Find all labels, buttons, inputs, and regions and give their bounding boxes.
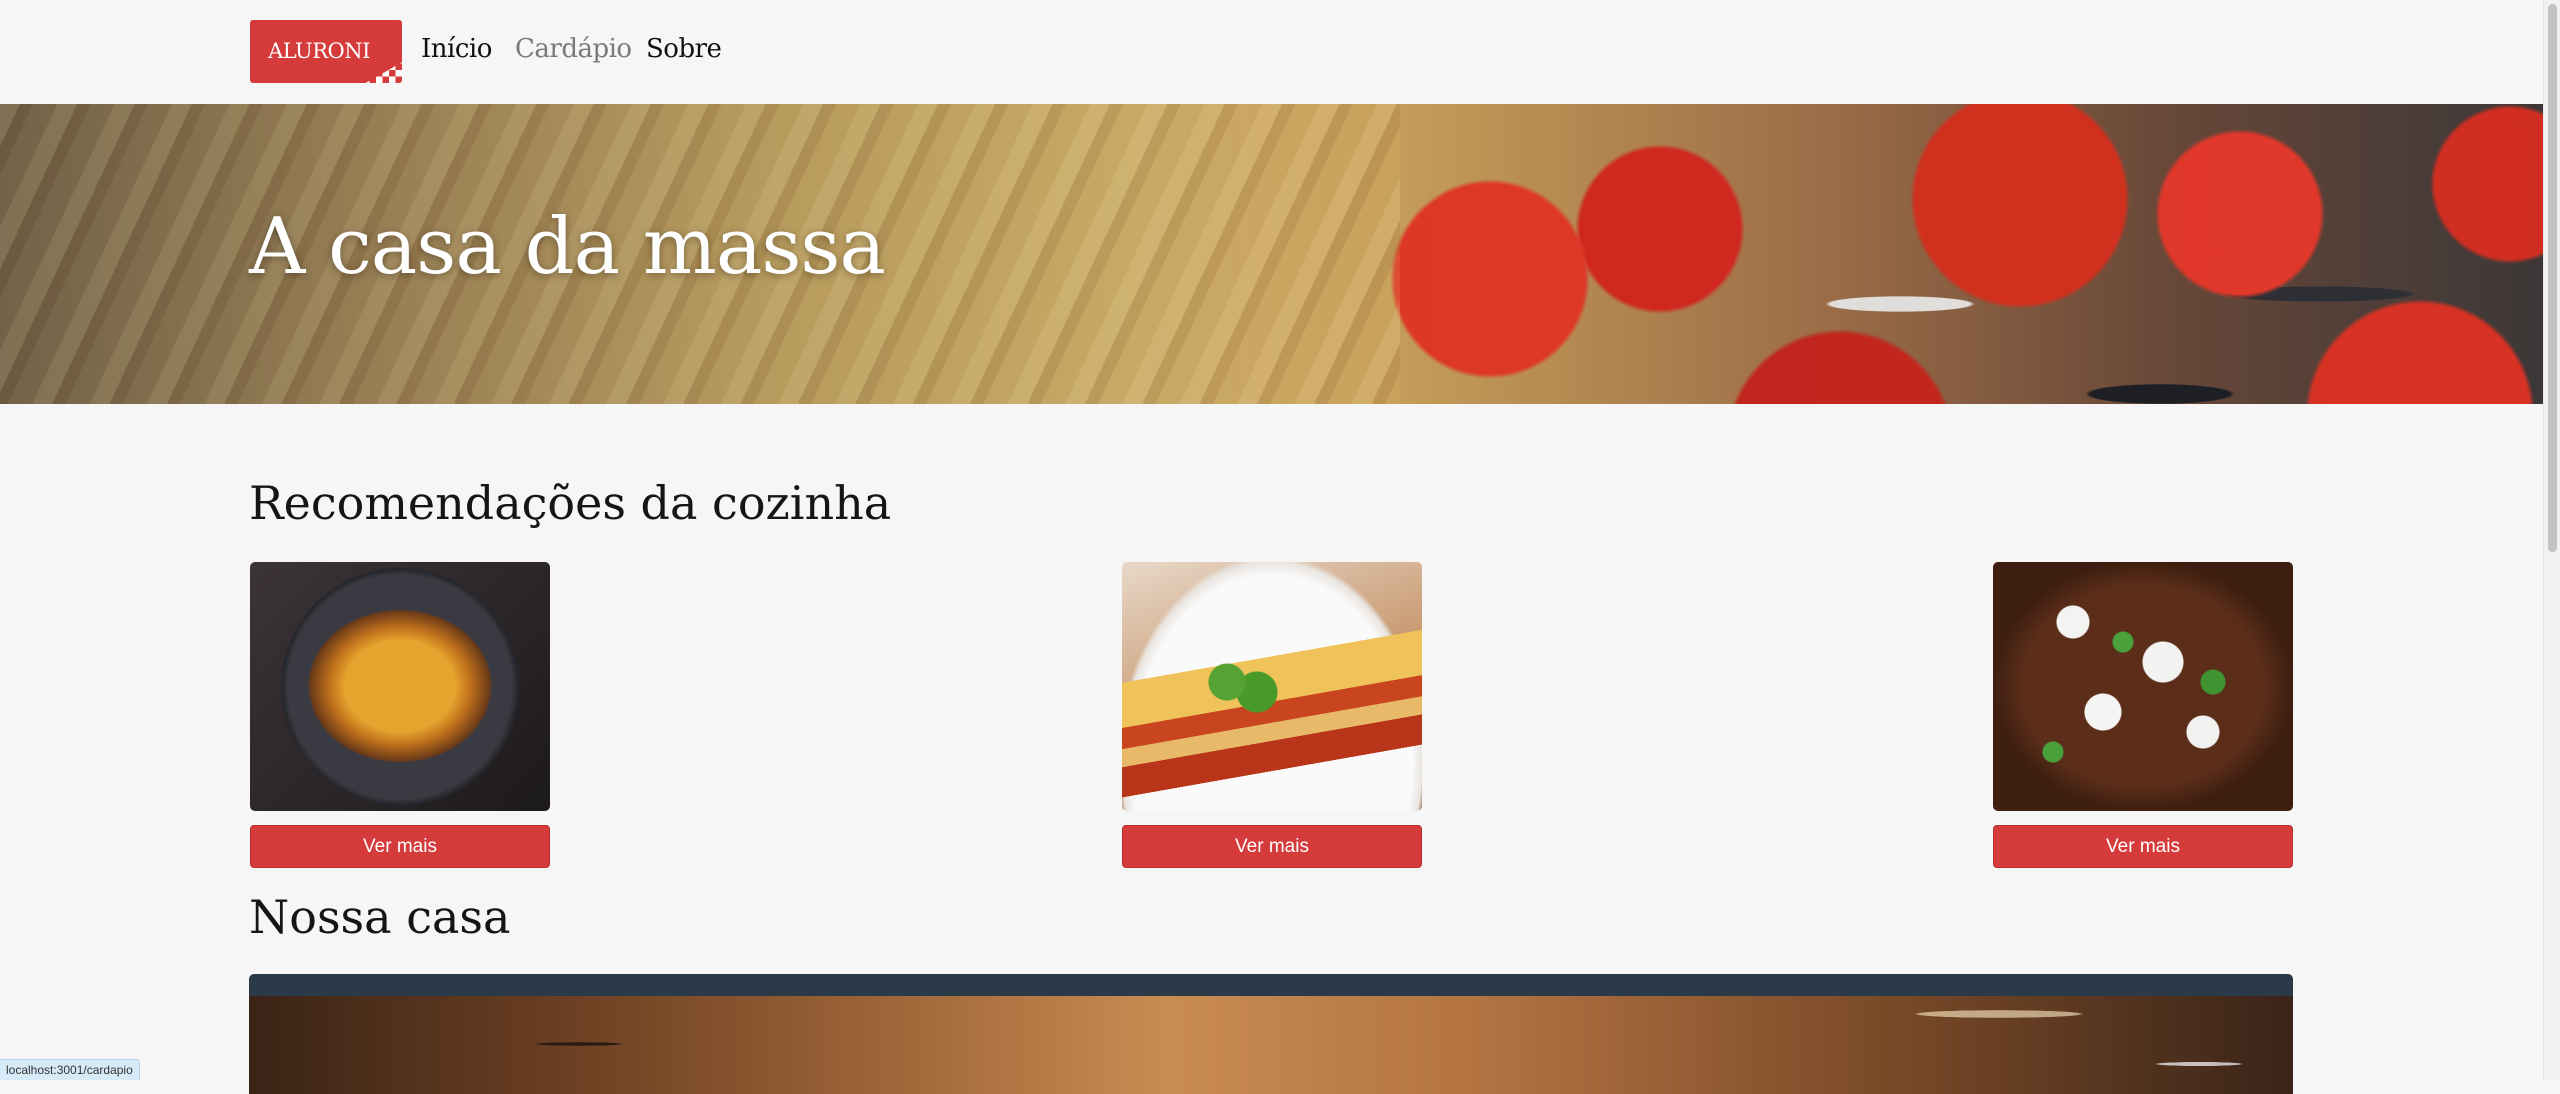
hero-title: A casa da massa bbox=[249, 202, 885, 292]
pasta-dish-image bbox=[250, 562, 550, 811]
vertical-scrollbar[interactable] bbox=[2543, 0, 2560, 1080]
ver-mais-button[interactable]: Ver mais bbox=[250, 825, 550, 868]
aluroni-logo[interactable]: ALURONI bbox=[250, 20, 402, 83]
hero-banner: A casa da massa bbox=[0, 104, 2543, 404]
ver-mais-button[interactable]: Ver mais bbox=[1993, 825, 2293, 868]
recommendation-card: Ver mais bbox=[250, 562, 550, 868]
nav-link-inicio[interactable]: Início bbox=[421, 34, 492, 64]
lasagna-dish-image bbox=[1122, 562, 1422, 811]
top-navbar: ALURONI Início Cardápio Sobre bbox=[0, 0, 2543, 104]
house-title: Nossa casa bbox=[249, 890, 510, 944]
logo-text: ALURONI bbox=[250, 20, 402, 83]
ver-mais-button[interactable]: Ver mais bbox=[1122, 825, 1422, 868]
scrollbar-thumb[interactable] bbox=[2548, 4, 2557, 552]
status-bar-link-preview: localhost:3001/cardapio bbox=[0, 1059, 140, 1080]
recommendation-card: Ver mais bbox=[1993, 562, 2293, 868]
nav-link-sobre[interactable]: Sobre bbox=[646, 34, 721, 64]
recommendation-card: Ver mais bbox=[1122, 562, 1422, 868]
recommendations-title: Recomendações da cozinha bbox=[249, 476, 891, 530]
nav-link-cardapio[interactable]: Cardápio bbox=[515, 34, 632, 64]
restaurant-interior-image bbox=[249, 974, 2293, 1094]
beef-dish-image bbox=[1993, 562, 2293, 811]
